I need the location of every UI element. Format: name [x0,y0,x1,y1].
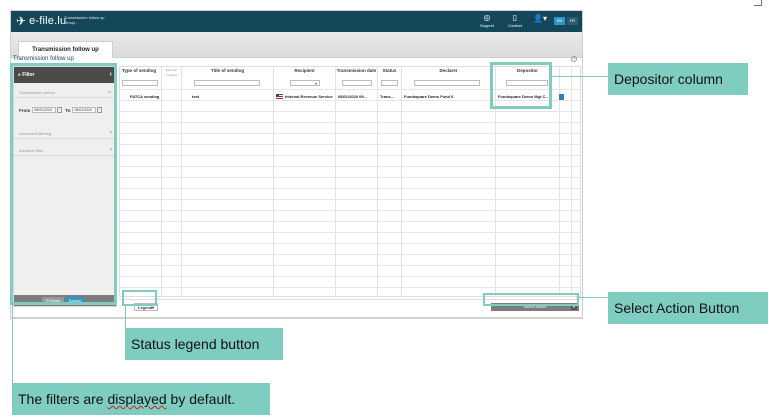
filter-callout-displayed: displayed [107,391,167,407]
column-title: Title of sending [182,67,274,296]
column-header-type[interactable]: Type of sending [120,67,161,77]
row-divider [120,144,580,145]
row-divider [120,177,580,178]
title-filter-input[interactable] [194,80,260,86]
row-divider [120,166,580,167]
column-actions [560,67,572,296]
depositor-callout: Depositor column [608,63,748,95]
row-divider [120,133,580,134]
logo[interactable]: ✈ e-file.lu [16,14,66,28]
support-button[interactable]: ◎ Support [476,13,498,28]
row-divider [120,188,580,189]
select-action-highlight [483,293,579,306]
row-divider [120,210,580,211]
date-filter-input[interactable] [342,80,372,86]
depositor-connector [552,76,608,77]
row-divider [120,122,580,123]
corner-mark [754,0,762,6]
user-icon: 👤▾ [533,14,547,23]
row-recipient[interactable]: Internal Revenue Service [276,94,336,100]
row-divider [120,111,580,112]
tab-strip: Transmission follow up [11,32,582,58]
column-header-status[interactable]: Status [378,67,401,77]
column-recipient: Recipient ▾ [274,67,336,296]
row-recipient-text: Internal Revenue Service [285,94,333,99]
row-title[interactable]: test [192,94,272,99]
top-bar: ✈ e-file.lu Transmission follow up Group… [11,11,582,32]
filter-callout-part1: The filters are [18,391,104,407]
contact-button[interactable]: ▯ Contact [504,13,526,28]
row-declarer[interactable]: Fundsquare Demo Fund 6 [404,94,494,99]
recipient-select[interactable]: ▾ [290,80,320,86]
column-expand: Expand/ Collapse [162,67,182,296]
lang-fr-button[interactable]: FR [567,17,578,25]
lang-en-button[interactable]: EN [554,17,565,25]
column-header-date[interactable]: Transmission date [336,67,377,77]
filter-highlight [10,63,117,305]
row-divider [120,265,580,266]
support-icon: ◎ [483,13,491,22]
filter-callout: The filters are displayed by default. [12,383,270,415]
us-flag-icon [276,94,283,100]
column-date: Transmission date [336,67,378,296]
filter-connector [12,305,13,383]
status-filter-input[interactable] [381,80,398,86]
dropdown-arrow-icon: ▾ [314,81,317,86]
column-header-expand[interactable]: Expand/ Collapse [162,67,181,77]
column-header-recipient[interactable]: Recipient [274,67,335,77]
legend-callout: Status legend button [125,328,283,360]
row-divider [120,155,580,156]
select-action-connector [579,297,608,298]
column-declarer: Declarer [402,67,496,296]
filter-callout-part2: by default. [170,391,236,407]
contact-label: Contact [508,23,522,28]
column-type: Type of sending [120,67,162,296]
logo-text: e-file.lu [29,15,67,27]
help-icon[interactable]: ? [571,56,577,62]
column-status: Status [378,67,402,296]
row-divider [120,276,580,277]
row-status[interactable]: Trans... [380,94,402,99]
type-filter-input[interactable] [122,80,158,86]
legend-highlight [122,290,157,306]
row-divider [120,287,580,288]
page-title: Transmission follow up [13,56,74,62]
logo-bird-icon: ✈ [16,14,27,28]
row-divider [120,254,580,255]
column-header-title[interactable]: Title of sending [182,67,273,77]
row-type[interactable]: FATCA sending [130,94,162,99]
column-header-declarer[interactable]: Declarer [402,67,495,77]
row-divider [120,221,580,222]
row-date[interactable]: 08/01/2020 09... [338,94,378,99]
divider [10,318,583,319]
logo-subtitle: Transmission follow up Group - [64,15,105,25]
support-label: Support [479,23,494,28]
depositor-highlight [490,62,552,109]
declarer-filter-input[interactable] [414,80,480,86]
document-icon[interactable] [559,94,564,100]
row-divider [120,243,580,244]
phone-icon: ▯ [512,13,518,22]
legend-connector [125,306,126,328]
select-action-callout: Select Action Button [608,292,768,324]
user-menu[interactable]: 👤▾ [529,14,551,24]
row-divider [120,232,580,233]
row-divider [120,199,580,200]
